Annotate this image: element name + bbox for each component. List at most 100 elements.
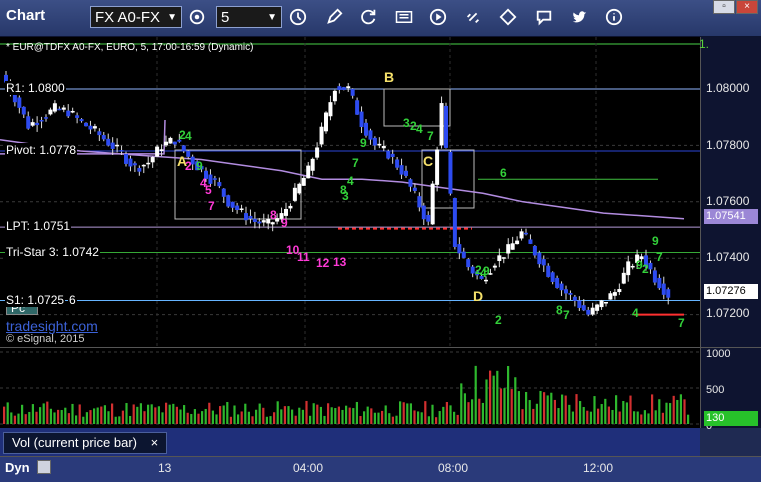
- volume-bar: [179, 409, 182, 424]
- candle-down: [355, 100, 360, 115]
- volume-bar: [561, 394, 564, 424]
- volume-bar: [683, 399, 686, 424]
- candle-down: [106, 138, 111, 146]
- volume-bar: [399, 401, 402, 424]
- candle-down: [648, 262, 653, 270]
- volume-bar: [147, 404, 150, 424]
- volume-bar: [391, 416, 394, 424]
- candle-up: [146, 162, 151, 165]
- price-pane[interactable]: A B C D 2 4 9 7 9 2 4 7 3 4 8 3 6 2 4 9 2 8 7 9 7 9 2 4 7 2 4 5 7 8 9 10 11 1…: [0, 37, 700, 347]
- volume-bar: [370, 408, 373, 424]
- close-button[interactable]: ×: [736, 0, 758, 14]
- restore-button[interactable]: ▫: [713, 0, 735, 14]
- candle-down: [119, 150, 124, 152]
- volume-bar: [229, 416, 232, 424]
- volume-tick: 500: [706, 384, 725, 396]
- candle-up: [306, 165, 311, 179]
- volume-bar: [114, 416, 117, 424]
- candle-down: [128, 158, 133, 167]
- candle-down: [88, 125, 93, 130]
- close-icon[interactable]: ×: [151, 435, 159, 450]
- volume-bar: [503, 388, 506, 424]
- volume-bar: [633, 411, 636, 424]
- volume-bar: [615, 395, 618, 424]
- candle-up: [621, 272, 626, 284]
- volume-bar: [111, 403, 114, 424]
- candle-down: [417, 196, 422, 208]
- settings-gear-icon[interactable]: [184, 6, 210, 28]
- volume-bar: [287, 406, 290, 424]
- window-title: Chart: [6, 7, 46, 24]
- volume-bar: [377, 412, 380, 424]
- candle-down: [137, 167, 142, 172]
- candle-up: [315, 147, 320, 158]
- volume-bar: [85, 412, 88, 424]
- info-icon[interactable]: [601, 6, 627, 28]
- volume-bar: [348, 407, 351, 424]
- candle-up: [501, 257, 506, 259]
- interval-input[interactable]: 5 ▼: [216, 6, 282, 28]
- volume-bar: [604, 398, 607, 424]
- candle-up: [604, 301, 608, 304]
- volume-pane[interactable]: [0, 347, 700, 428]
- count-number-green: 9: [196, 159, 203, 173]
- lock-icon[interactable]: [37, 460, 51, 474]
- volume-bar: [568, 404, 571, 424]
- twitter-icon[interactable]: [566, 6, 592, 28]
- volume-bar: [687, 414, 690, 424]
- candle-down: [79, 119, 84, 122]
- clock-icon[interactable]: [285, 6, 311, 28]
- volume-bar: [186, 412, 189, 424]
- candle-down: [652, 270, 657, 283]
- volume-bar: [150, 404, 153, 424]
- chevron-down-icon[interactable]: ▼: [267, 7, 277, 29]
- volume-bar: [550, 392, 553, 424]
- candle-down: [452, 198, 457, 247]
- volume-bar: [345, 405, 348, 424]
- symbol-input[interactable]: FX A0-FX ▼: [90, 6, 182, 28]
- volume-bar: [373, 412, 376, 424]
- price-chart: ABCD2 49 792 4 73483624928 7979 2472457891011 1…: [0, 37, 700, 347]
- comment-icon[interactable]: [531, 6, 557, 28]
- diamond-icon[interactable]: [495, 6, 521, 28]
- price-tick: 1.07400: [706, 250, 750, 264]
- candle-down: [248, 215, 253, 219]
- volume-bar: [121, 410, 124, 424]
- count-number-green: 2: [642, 262, 649, 276]
- refresh-icon[interactable]: [356, 6, 382, 28]
- link-icon[interactable]: [460, 6, 486, 28]
- volume-bar: [600, 404, 603, 424]
- dyn-label[interactable]: Dyn: [5, 460, 30, 475]
- play-icon[interactable]: [425, 6, 451, 28]
- volume-bar: [571, 411, 574, 424]
- volume-study-label: Vol (current price bar): [12, 435, 137, 450]
- chevron-down-icon[interactable]: ▼: [167, 7, 177, 29]
- candle-down: [386, 151, 391, 159]
- volume-bar: [82, 416, 85, 424]
- count-number-magenta: 11: [297, 250, 310, 264]
- candle-down: [172, 141, 177, 145]
- symbol-value: FX A0-FX: [95, 9, 161, 26]
- volume-study-tab[interactable]: Vol (current price bar) ×: [3, 432, 168, 454]
- volume-bar: [222, 405, 225, 424]
- level-label-s1-suffix: 6: [68, 292, 77, 307]
- volume-bar: [291, 409, 294, 424]
- volume-bar: [172, 403, 175, 424]
- top-partial-tick: 1.: [699, 37, 710, 51]
- candle-up: [284, 209, 288, 216]
- pencil-icon[interactable]: [321, 6, 347, 28]
- watermark[interactable]: tradesight.com: [6, 318, 98, 334]
- volume-bar: [586, 410, 589, 424]
- candle-up: [292, 187, 297, 201]
- volume-bar: [165, 402, 168, 424]
- get-icon[interactable]: [391, 6, 417, 28]
- current-price-badge: 1.07276: [704, 284, 758, 299]
- candle-down: [244, 213, 248, 221]
- candle-down: [212, 178, 217, 180]
- volume-bar: [679, 394, 682, 424]
- candle-down: [421, 205, 426, 220]
- candle-up: [430, 183, 435, 225]
- level-label-tristar: Tri-Star 3: 1.0742: [5, 244, 100, 259]
- volume-bar: [643, 410, 646, 424]
- candle-down: [359, 111, 364, 128]
